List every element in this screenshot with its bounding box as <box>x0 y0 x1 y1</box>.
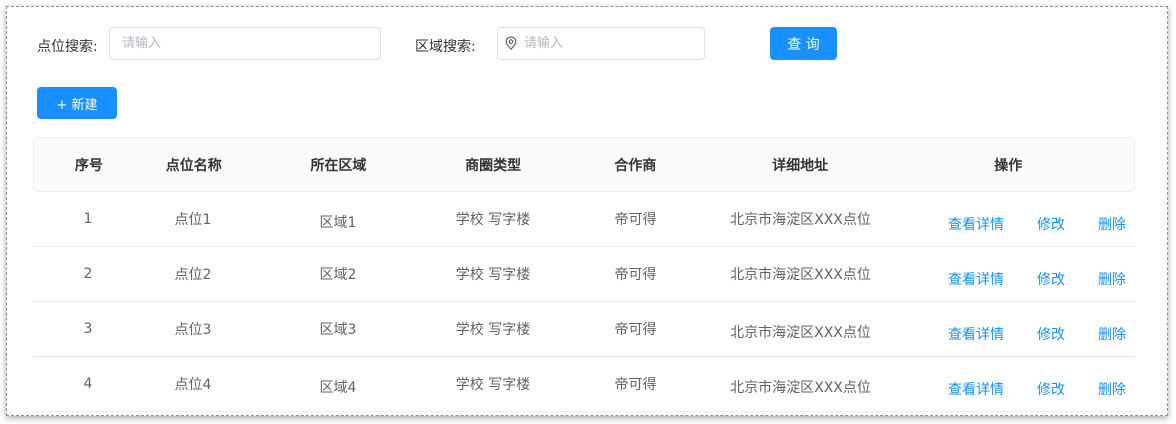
header-index: 序号 <box>74 157 103 174</box>
delete-link[interactable]: 删除 <box>1098 379 1126 399</box>
table-row: 4 点位4 区域4 学校 写字楼 帝可得 北京市海淀区XXX点位 查看详情 修改… <box>33 357 1135 412</box>
row-actions: 查看详情 修改 删除 <box>883 369 1135 399</box>
cell-index: 1 <box>83 211 93 227</box>
cell-address: 北京市海淀区XXX点位 <box>730 212 871 228</box>
cell-area: 区域2 <box>319 267 357 283</box>
location-pin-icon <box>505 36 517 50</box>
cell-business-type: 学校 写字楼 <box>455 212 531 228</box>
view-details-link[interactable]: 查看详情 <box>948 324 1004 344</box>
cell-index: 2 <box>83 266 93 282</box>
cell-point-name: 点位1 <box>174 212 212 228</box>
cell-address: 北京市海淀区XXX点位 <box>730 325 871 341</box>
edit-link[interactable]: 修改 <box>1037 214 1065 234</box>
edit-link[interactable]: 修改 <box>1037 324 1065 344</box>
row-actions: 查看详情 修改 删除 <box>883 259 1135 289</box>
cell-partner: 帝可得 <box>614 212 657 228</box>
cell-point-name: 点位4 <box>174 377 212 393</box>
cell-business-type: 学校 写字楼 <box>455 322 531 338</box>
header-business-type: 商圈类型 <box>465 157 522 174</box>
table-row: 2 点位2 区域2 学校 写字楼 帝可得 北京市海淀区XXX点位 查看详情 修改… <box>33 247 1135 302</box>
cell-index: 4 <box>83 376 93 392</box>
row-actions: 查看详情 修改 删除 <box>883 314 1135 344</box>
cell-area: 区域1 <box>319 215 357 231</box>
header-partner: 合作商 <box>614 157 657 174</box>
cell-business-type: 学校 写字楼 <box>455 377 531 393</box>
row-actions: 查看详情 修改 删除 <box>883 204 1135 234</box>
area-search-label: 区域搜索: <box>415 39 476 55</box>
header-address: 详细地址 <box>772 157 829 174</box>
delete-link[interactable]: 删除 <box>1098 324 1126 344</box>
point-search-label: 点位搜索: <box>37 39 98 55</box>
search-bar: 点位搜索: 区域搜索: 查 询 <box>7 27 1167 61</box>
points-table: 序号 点位名称 所在区域 商圈类型 合作商 详细地址 操作 1 点位1 区域1 … <box>33 137 1135 412</box>
cell-partner: 帝可得 <box>614 267 657 283</box>
point-search-input[interactable] <box>109 27 381 60</box>
cell-point-name: 点位3 <box>174 322 212 338</box>
table-header: 序号 点位名称 所在区域 商圈类型 合作商 详细地址 操作 <box>33 137 1135 192</box>
table-row: 1 点位1 区域1 学校 写字楼 帝可得 北京市海淀区XXX点位 查看详情 修改… <box>33 192 1135 247</box>
cell-partner: 帝可得 <box>614 377 657 393</box>
cell-area: 区域4 <box>319 380 357 396</box>
header-point-name: 点位名称 <box>165 157 222 174</box>
cell-business-type: 学校 写字楼 <box>455 267 531 283</box>
cell-address: 北京市海淀区XXX点位 <box>730 267 871 283</box>
view-details-link[interactable]: 查看详情 <box>948 269 1004 289</box>
table-row: 3 点位3 区域3 学校 写字楼 帝可得 北京市海淀区XXX点位 查看详情 修改… <box>33 302 1135 357</box>
cell-partner: 帝可得 <box>614 322 657 338</box>
view-details-link[interactable]: 查看详情 <box>948 379 1004 399</box>
view-details-link[interactable]: 查看详情 <box>948 214 1004 234</box>
area-search-field <box>497 27 705 60</box>
add-new-button[interactable]: + 新建 <box>37 87 117 119</box>
delete-link[interactable]: 删除 <box>1098 214 1126 234</box>
edit-link[interactable]: 修改 <box>1037 269 1065 289</box>
app-frame: 点位搜索: 区域搜索: 查 询 + 新建 序号 点位名称 所在区域 商圈类型 合… <box>6 6 1168 416</box>
edit-link[interactable]: 修改 <box>1037 379 1065 399</box>
cell-address: 北京市海淀区XXX点位 <box>730 380 871 396</box>
cell-point-name: 点位2 <box>174 267 212 283</box>
delete-link[interactable]: 删除 <box>1098 269 1126 289</box>
query-button[interactable]: 查 询 <box>770 27 837 60</box>
header-area: 所在区域 <box>310 157 367 174</box>
cell-index: 3 <box>83 321 93 337</box>
cell-area: 区域3 <box>319 322 357 338</box>
area-search-input[interactable] <box>497 27 705 60</box>
header-actions: 操作 <box>994 157 1023 174</box>
